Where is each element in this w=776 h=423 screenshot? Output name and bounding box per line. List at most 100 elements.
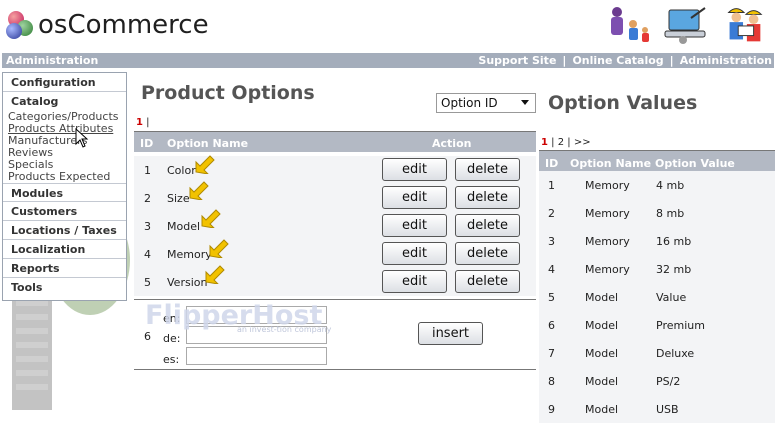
option-values-title: Option Values bbox=[548, 92, 698, 114]
support-site-link[interactable]: Support Site bbox=[478, 54, 556, 67]
option-id: 1 bbox=[144, 164, 151, 177]
topbar-links: Support Site | Online Catalog | Administrati… bbox=[478, 54, 772, 67]
logo-balls-icon bbox=[6, 10, 36, 40]
pointer-arrow-icon bbox=[195, 155, 215, 174]
menu-customers[interactable]: Customers bbox=[3, 202, 126, 221]
family-icon bbox=[611, 7, 649, 42]
computer-icon bbox=[664, 7, 706, 44]
menu-products-expected[interactable]: Products Expected bbox=[8, 171, 126, 183]
pagination-separator: | bbox=[146, 117, 150, 128]
option-values-pagination: 1 | 2 | >> bbox=[541, 137, 591, 148]
value-id: 7 bbox=[548, 347, 555, 360]
value-option-value: 8 mb bbox=[656, 207, 685, 220]
menu-tools[interactable]: Tools bbox=[3, 278, 126, 297]
header-option-name: Option Name bbox=[167, 137, 249, 150]
header-action: Action bbox=[432, 137, 472, 150]
value-option-value: PS/2 bbox=[656, 375, 681, 388]
delete-button[interactable]: delete bbox=[455, 270, 520, 293]
page-1-link[interactable]: 1 bbox=[541, 137, 548, 148]
table-row: 3 Model edit delete bbox=[134, 212, 536, 240]
lang-label-es: es: bbox=[163, 353, 180, 366]
flipperhost-watermark-sub: an invest-tion company bbox=[237, 325, 332, 334]
product-options-title: Product Options bbox=[141, 82, 315, 104]
mouse-cursor-icon bbox=[75, 128, 89, 148]
next-page-link[interactable]: >> bbox=[574, 137, 591, 148]
table-row: 2 Memory 8 mb bbox=[539, 199, 775, 227]
option-sort-select-value: Option ID bbox=[441, 96, 498, 110]
value-id: 4 bbox=[548, 263, 555, 276]
value-option-name: Model bbox=[585, 291, 619, 304]
table-row: 7 Model Deluxe bbox=[539, 339, 775, 367]
page-2-link[interactable]: 2 bbox=[558, 137, 564, 148]
topbar-title: Administration bbox=[6, 54, 99, 67]
pointer-arrow-icon bbox=[201, 209, 221, 228]
logo-text: osCommerce bbox=[38, 10, 209, 40]
value-option-value: Value bbox=[656, 291, 687, 304]
value-option-value: 4 mb bbox=[656, 179, 685, 192]
menu-configuration[interactable]: Configuration bbox=[3, 73, 126, 92]
edit-button[interactable]: edit bbox=[382, 186, 447, 209]
menu-modules[interactable]: Modules bbox=[3, 183, 126, 202]
value-id: 3 bbox=[548, 235, 555, 248]
delete-button[interactable]: delete bbox=[455, 214, 520, 237]
pointer-arrow-icon bbox=[189, 181, 209, 200]
value-option-value: Premium bbox=[656, 319, 705, 332]
option-name: Color bbox=[167, 164, 196, 177]
option-name: Memory bbox=[167, 248, 212, 261]
catalog-submenu: Categories/Products Products Attributes … bbox=[3, 111, 126, 183]
option-id: 4 bbox=[144, 248, 151, 261]
product-options-header: ID Option Name Action bbox=[134, 131, 536, 152]
menu-locations-taxes[interactable]: Locations / Taxes bbox=[3, 221, 126, 240]
option-sort-select[interactable]: Option ID bbox=[436, 93, 536, 113]
option-id: 2 bbox=[144, 192, 151, 205]
page-1-link[interactable]: 1 bbox=[136, 117, 143, 128]
menu-reports[interactable]: Reports bbox=[3, 259, 126, 278]
edit-button[interactable]: edit bbox=[382, 270, 447, 293]
menu-localization[interactable]: Localization bbox=[3, 240, 126, 259]
table-row: 4 Memory edit delete bbox=[134, 240, 536, 268]
edit-button[interactable]: edit bbox=[382, 214, 447, 237]
value-option-value: 16 mb bbox=[656, 235, 692, 248]
table-row: 6 Model Premium bbox=[539, 311, 775, 339]
delete-button[interactable]: delete bbox=[455, 242, 520, 265]
table-row: 1 Memory 4 mb bbox=[539, 171, 775, 199]
option-values-header: ID Option Name Option Value bbox=[539, 150, 775, 171]
option-name: Model bbox=[167, 220, 201, 233]
table-row: 4 Memory 32 mb bbox=[539, 255, 775, 283]
option-name: Version bbox=[167, 276, 208, 289]
table-row: 5 Version edit delete bbox=[134, 268, 536, 296]
value-id: 1 bbox=[548, 179, 555, 192]
option-name-es-input[interactable] bbox=[186, 347, 327, 365]
value-id: 8 bbox=[548, 375, 555, 388]
value-option-name: Memory bbox=[585, 263, 630, 276]
value-option-name: Memory bbox=[585, 207, 630, 220]
value-id: 2 bbox=[548, 207, 555, 220]
delete-button[interactable]: delete bbox=[455, 158, 520, 181]
left-navigation-menu: Configuration Catalog Categories/Product… bbox=[2, 72, 127, 301]
insert-button[interactable]: insert bbox=[418, 322, 483, 345]
value-option-value: USB bbox=[656, 403, 679, 416]
value-option-name: Memory bbox=[585, 235, 630, 248]
online-catalog-link[interactable]: Online Catalog bbox=[572, 54, 663, 67]
value-option-value: 32 mb bbox=[656, 263, 692, 276]
chevron-down-icon bbox=[521, 100, 529, 105]
oscommerce-logo[interactable]: osCommerce bbox=[6, 8, 209, 42]
value-id: 6 bbox=[548, 319, 555, 332]
value-option-name: Model bbox=[585, 319, 619, 332]
administration-link[interactable]: Administration bbox=[680, 54, 772, 67]
delete-button[interactable]: delete bbox=[455, 186, 520, 209]
value-id: 5 bbox=[548, 291, 555, 304]
header-option-value: Option Value bbox=[655, 157, 735, 170]
header-option-name: Option Name bbox=[570, 157, 652, 170]
option-values-table: ID Option Name Option Value 1 Memory 4 mb 2… bbox=[539, 150, 775, 423]
workers-icon bbox=[727, 8, 763, 42]
product-options-pagination: 1 | bbox=[136, 117, 150, 128]
edit-button[interactable]: edit bbox=[382, 158, 447, 181]
option-name: Size bbox=[167, 192, 190, 205]
menu-catalog[interactable]: Catalog bbox=[3, 92, 126, 111]
option-id: 3 bbox=[144, 220, 151, 233]
header-id: ID bbox=[545, 157, 559, 170]
pagination-separator: | bbox=[567, 137, 571, 148]
value-option-name: Model bbox=[585, 375, 619, 388]
edit-button[interactable]: edit bbox=[382, 242, 447, 265]
